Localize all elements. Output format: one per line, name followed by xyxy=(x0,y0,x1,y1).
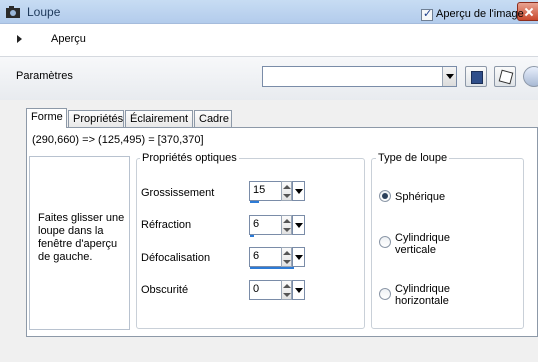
defocus-level-bar xyxy=(250,267,294,269)
defocus-label: Défocalisation xyxy=(141,252,211,264)
radio-cylindrique-verticale[interactable] xyxy=(379,236,391,248)
spin-arrows-icon[interactable] xyxy=(281,215,292,235)
magnification-input[interactable]: 15 xyxy=(249,181,282,201)
optics-legend: Propriétés optiques xyxy=(140,152,239,164)
tab-forme[interactable]: Forme xyxy=(26,108,67,128)
refraction-level-bar xyxy=(250,235,254,237)
refraction-input[interactable]: 6 xyxy=(249,215,282,235)
radio-cylindrique-horizontale[interactable] xyxy=(379,288,391,300)
expand-arrow-icon[interactable] xyxy=(17,35,22,43)
tab-proprietes[interactable]: Propriétés xyxy=(68,110,124,127)
image-preview-checkbox[interactable] xyxy=(421,7,433,21)
chevron-down-icon[interactable] xyxy=(292,247,305,267)
darkness-label: Obscurité xyxy=(141,284,189,296)
spin-arrows-icon[interactable] xyxy=(281,181,292,201)
spin-arrows-icon[interactable] xyxy=(281,247,292,267)
coords-readout: (290,660) => (125,495) = [370,370] xyxy=(32,134,204,146)
radio-spherique[interactable] xyxy=(379,190,391,202)
refraction-label: Réfraction xyxy=(141,219,192,231)
bottom-strip xyxy=(0,337,538,362)
darkness-input[interactable]: 0 xyxy=(249,280,282,300)
tab-eclairement[interactable]: Éclairement xyxy=(125,110,193,127)
preset-combo[interactable] xyxy=(262,66,457,87)
darkness-spinner[interactable]: 0 xyxy=(249,280,305,300)
chevron-down-icon[interactable] xyxy=(442,67,456,86)
randomize-button[interactable] xyxy=(494,66,516,87)
magnification-spinner[interactable]: 15 xyxy=(249,181,305,201)
instruction-text: Faites glisser une loupe dans la fenêtre… xyxy=(38,212,125,263)
defocus-input[interactable]: 6 xyxy=(249,247,282,267)
reset-button[interactable] xyxy=(523,66,538,87)
chevron-down-icon[interactable] xyxy=(292,181,305,201)
params-label: Paramètres xyxy=(16,70,73,82)
radio-spherique-label: Sphérique xyxy=(395,191,446,203)
refraction-spinner[interactable]: 6 xyxy=(249,215,305,235)
chevron-down-icon[interactable] xyxy=(292,280,305,300)
tab-cadre[interactable]: Cadre xyxy=(194,110,232,127)
defocus-spinner[interactable]: 6 xyxy=(249,247,305,267)
params-row: Paramètres xyxy=(0,56,538,100)
preview-row: Aperçu xyxy=(0,24,538,56)
camera-icon xyxy=(6,6,20,18)
radio-cylindrique-verticale-label: Cylindrique verticale xyxy=(395,232,451,256)
loupe-type-legend: Type de loupe xyxy=(376,152,450,164)
preview-section-label: Aperçu xyxy=(51,33,86,45)
window-title: Loupe xyxy=(27,5,61,19)
magnification-label: Grossissement xyxy=(141,187,215,199)
chevron-down-icon[interactable] xyxy=(292,215,305,235)
image-preview-label: Aperçu de l'image xyxy=(436,8,524,20)
spin-arrows-icon[interactable] xyxy=(281,280,292,300)
save-preset-button[interactable] xyxy=(465,66,487,87)
magnification-level-bar xyxy=(250,201,259,203)
radio-cylindrique-horizontale-label: Cylindrique horizontale xyxy=(395,283,451,307)
